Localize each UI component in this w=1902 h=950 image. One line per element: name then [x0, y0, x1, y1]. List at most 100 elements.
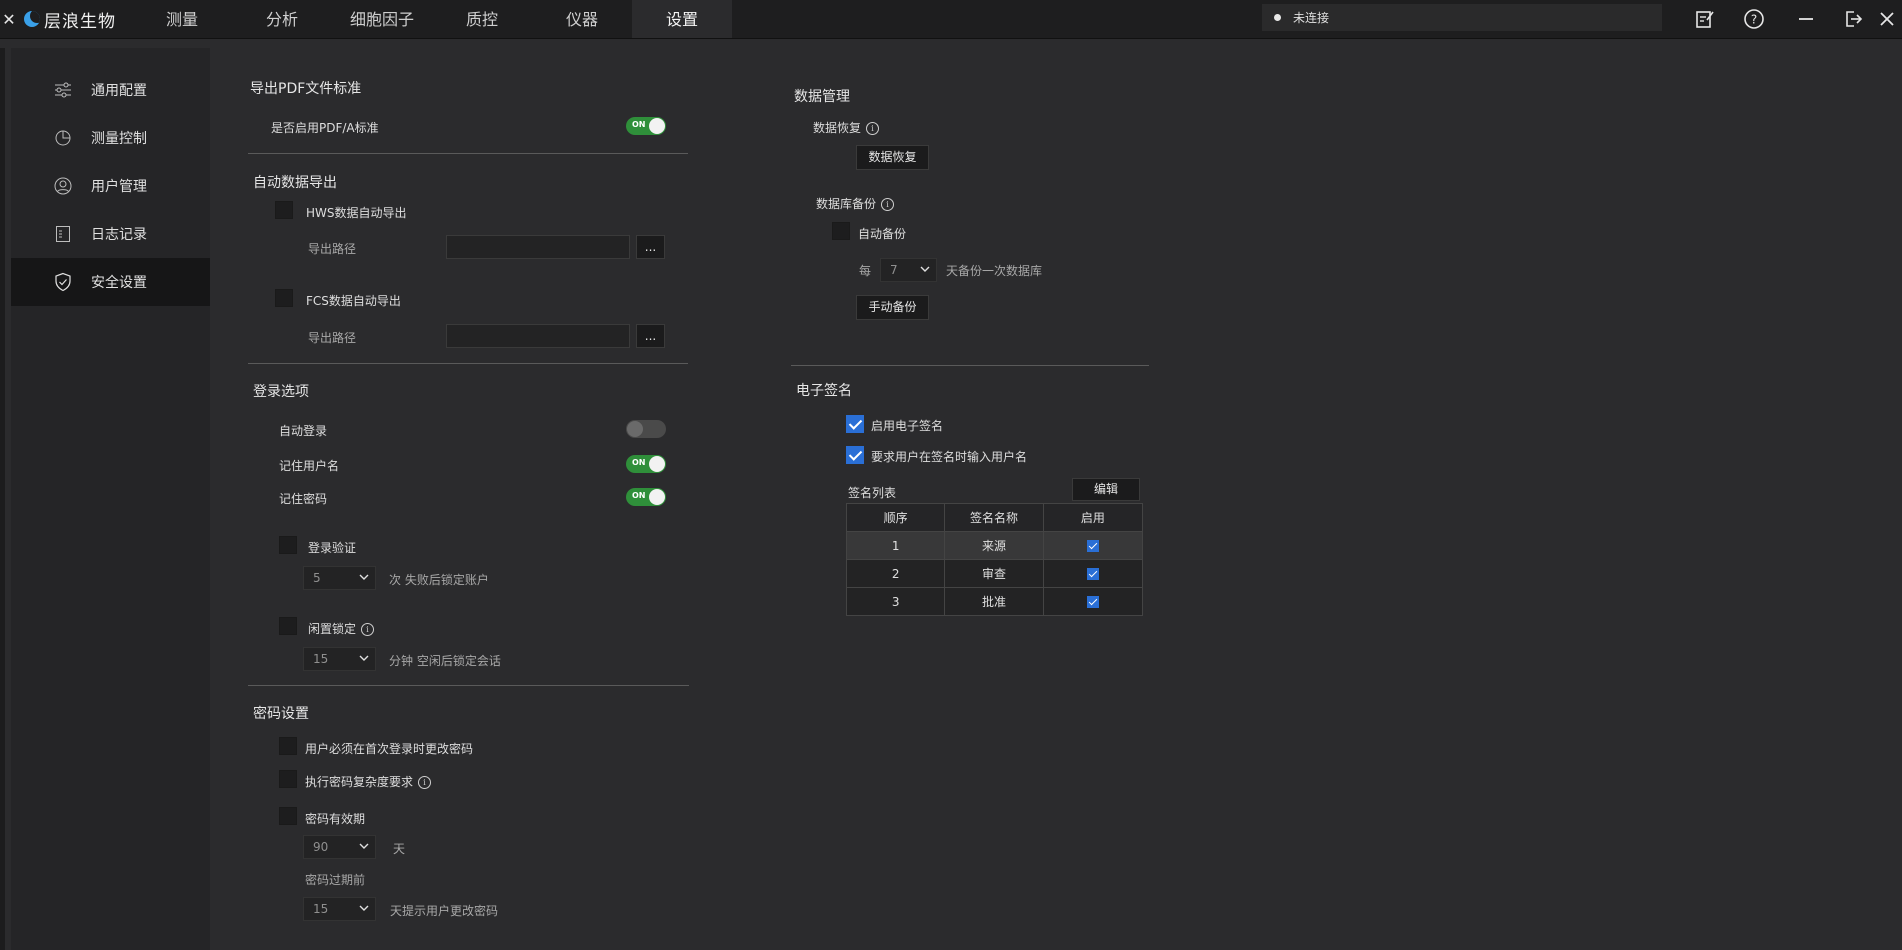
section-title-password: 密码设置: [253, 706, 309, 722]
backup-interval-select[interactable]: 7: [880, 258, 937, 282]
main-nav: 测量 分析 细胞因子 质控 仪器 设置: [132, 0, 732, 38]
sliders-icon: [53, 80, 73, 100]
fail-count-select[interactable]: 5: [303, 566, 376, 590]
order-cell: 1: [845, 531, 946, 560]
tab-instrument[interactable]: 仪器: [532, 0, 632, 38]
info-icon[interactable]: i: [881, 198, 895, 211]
db-backup-label: 数据库备份 i: [816, 195, 895, 212]
section-title-auto-export: 自动数据导出: [253, 175, 337, 191]
divider: [248, 363, 688, 364]
top-bar: ✕ 层浪生物 测量 分析 细胞因子 质控 仪器 设置 未连接 ?: [0, 0, 1902, 39]
user-icon: [53, 176, 73, 196]
remember-password-toggle[interactable]: ON: [626, 488, 666, 506]
hws-path-input[interactable]: [446, 235, 630, 259]
manual-backup-button[interactable]: 手动备份: [856, 295, 929, 320]
info-icon[interactable]: i: [418, 776, 432, 789]
column-header: 启用: [1042, 503, 1144, 532]
fcs-browse-button[interactable]: ...: [636, 324, 665, 348]
sidebar-item-label: 日志记录: [91, 227, 147, 243]
tab-cytokine[interactable]: 细胞因子: [332, 0, 432, 38]
login-verify-checkbox[interactable]: [279, 536, 297, 554]
sidebar-item-label: 测量控制: [91, 131, 147, 147]
sidebar-item-label: 安全设置: [91, 275, 147, 291]
back-icon[interactable]: ✕: [0, 10, 18, 29]
toggle-on-text: ON: [632, 491, 646, 500]
minimize-icon[interactable]: [1793, 6, 1819, 32]
pie-chart-icon: [53, 128, 73, 148]
remind-days-value: 15: [313, 902, 329, 916]
row-enabled-checkbox[interactable]: [1086, 596, 1099, 608]
complexity-label: 执行密码复杂度要求 i: [305, 773, 432, 790]
help-icon[interactable]: ?: [1741, 6, 1767, 32]
log-icon: [53, 224, 73, 244]
data-recover-label: 数据恢复 i: [813, 119, 880, 136]
table-row[interactable]: 3 批准: [845, 587, 1144, 616]
fail-count-suffix: 次 失败后锁定账户: [389, 573, 489, 587]
must-change-checkbox[interactable]: [279, 737, 297, 755]
row-enabled-checkbox[interactable]: [1086, 568, 1099, 580]
connection-status: 未连接: [1262, 4, 1662, 31]
pdfa-label: 是否启用PDF/A标准: [271, 121, 379, 135]
connection-text: 未连接: [1293, 11, 1330, 25]
auto-login-toggle[interactable]: [626, 420, 666, 438]
sidebar-item-log[interactable]: 日志记录: [11, 210, 210, 258]
hws-browse-button[interactable]: ...: [636, 235, 665, 259]
tab-measure[interactable]: 测量: [132, 0, 232, 38]
sidebar-item-user-mgmt[interactable]: 用户管理: [11, 162, 210, 210]
login-verify-label: 登录验证: [308, 541, 357, 555]
idle-minutes-suffix: 分钟 空闲后锁定会话: [389, 654, 501, 668]
hws-export-checkbox[interactable]: [275, 201, 293, 219]
edit-signature-button[interactable]: 编辑: [1072, 478, 1140, 501]
validity-checkbox[interactable]: [279, 807, 297, 825]
data-recover-button[interactable]: 数据恢复: [856, 145, 929, 170]
tab-settings[interactable]: 设置: [632, 0, 732, 38]
backup-interval-suffix: 天备份一次数据库: [946, 264, 1043, 278]
validity-days-select[interactable]: 90: [303, 835, 376, 859]
require-username-checkbox[interactable]: [846, 446, 864, 464]
section-title-pdf: 导出PDF文件标准: [250, 81, 362, 97]
enabled-cell: [1042, 531, 1144, 560]
chevron-down-icon: [920, 266, 930, 272]
table-row[interactable]: 2 审查: [845, 559, 1144, 588]
days-unit: 天: [393, 842, 406, 856]
sidebar-item-measure-control[interactable]: 测量控制: [11, 114, 210, 162]
every-label: 每: [859, 264, 872, 278]
logout-icon[interactable]: [1840, 6, 1866, 32]
divider: [248, 153, 688, 154]
tab-analysis[interactable]: 分析: [232, 0, 332, 38]
tab-qc[interactable]: 质控: [432, 0, 532, 38]
enabled-cell: [1042, 559, 1144, 588]
validity-label: 密码有效期: [305, 812, 366, 826]
fcs-export-checkbox[interactable]: [275, 289, 293, 307]
idle-lock-checkbox[interactable]: [279, 617, 297, 635]
order-cell: 3: [845, 587, 946, 616]
sidebar-item-security[interactable]: 安全设置: [11, 258, 210, 306]
before-expire-label: 密码过期前: [305, 873, 366, 887]
name-cell: 来源: [944, 531, 1044, 560]
row-enabled-checkbox[interactable]: [1086, 540, 1099, 552]
require-username-label: 要求用户在签名时输入用户名: [871, 450, 1028, 464]
toggle-on-text: ON: [632, 458, 646, 467]
signature-table: 顺序 签名名称 启用 1 来源 2 审查 3 批准: [845, 503, 1144, 616]
complexity-checkbox[interactable]: [279, 770, 297, 788]
brand: ✕ 层浪生物: [0, 0, 116, 38]
idle-minutes-select[interactable]: 15: [303, 647, 376, 671]
info-icon[interactable]: i: [361, 623, 375, 636]
hws-path-label: 导出路径: [308, 242, 357, 256]
notes-icon[interactable]: [1691, 6, 1717, 32]
pdfa-toggle[interactable]: ON: [626, 117, 666, 135]
toggle-on-text: ON: [632, 120, 646, 129]
remember-user-toggle[interactable]: ON: [626, 455, 666, 473]
fcs-path-input[interactable]: [446, 324, 630, 348]
close-icon[interactable]: [1874, 6, 1900, 32]
enable-esign-checkbox[interactable]: [846, 415, 864, 433]
sidebar: 通用配置 测量控制 用户管理 日志记录 安全设置: [11, 48, 210, 950]
chevron-down-icon: [359, 843, 369, 849]
auto-backup-checkbox[interactable]: [832, 222, 850, 240]
info-icon[interactable]: i: [866, 122, 880, 135]
table-row[interactable]: 1 来源: [845, 531, 1144, 560]
security-settings-panel: [220, 48, 1902, 950]
remind-days-select[interactable]: 15: [303, 897, 376, 921]
sidebar-item-general[interactable]: 通用配置: [11, 66, 210, 114]
divider: [791, 365, 1149, 366]
